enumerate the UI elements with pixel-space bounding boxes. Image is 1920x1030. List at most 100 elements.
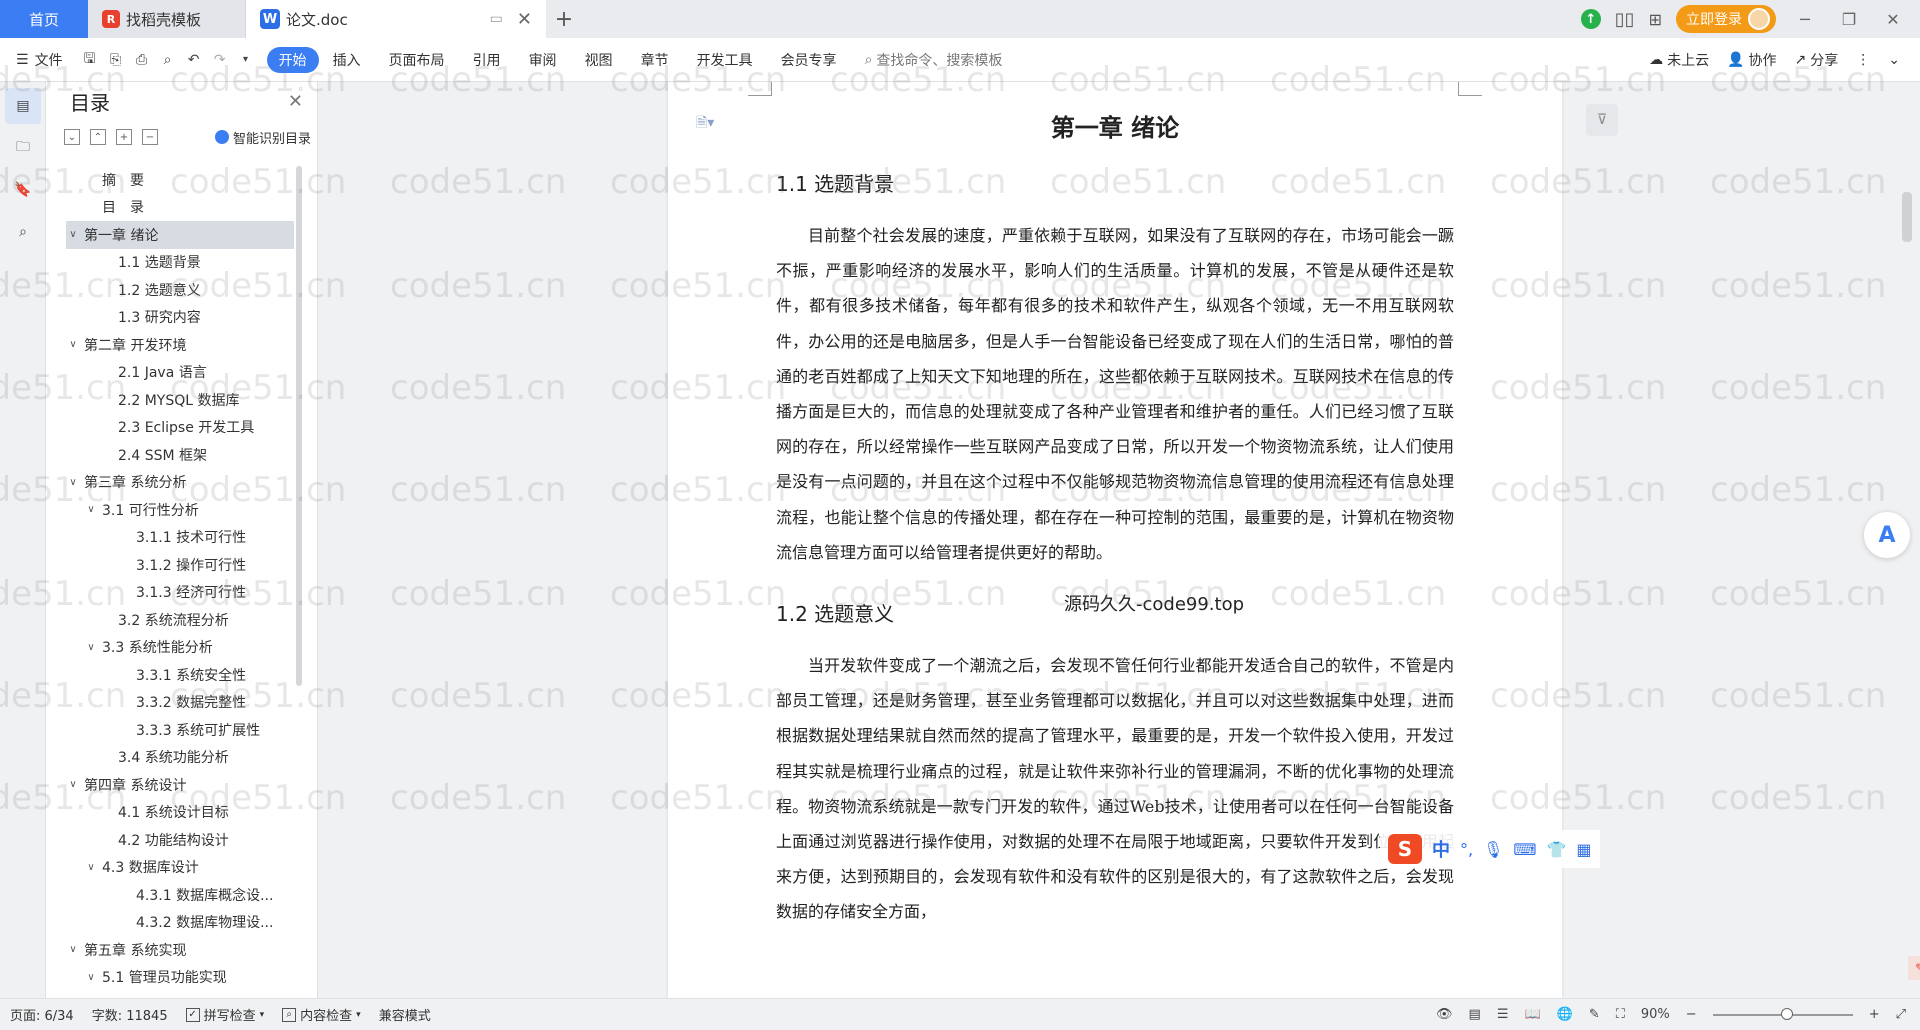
page-format-icon[interactable]: 🗎▾ xyxy=(696,112,714,136)
monitor-icon[interactable]: ▭ xyxy=(490,11,503,27)
tab-home[interactable]: 首页 xyxy=(0,0,88,38)
toc-item[interactable]: 2.1 Java 语言 xyxy=(66,359,294,387)
toc-item[interactable]: ∨ 5.1 管理员功能实现 xyxy=(66,964,294,989)
page-indicator[interactable]: 页面: 6/34 xyxy=(10,1005,74,1024)
chevron-down-icon[interactable]: ∨ xyxy=(84,504,98,515)
menu-tab-references[interactable]: 引用 xyxy=(459,47,515,73)
toc-item[interactable]: 1.3 研究内容 xyxy=(66,304,294,332)
more-dropdown-icon[interactable]: ▾ xyxy=(233,47,259,73)
toc-item[interactable]: 1.1 选题背景 xyxy=(66,249,294,277)
toc-item[interactable]: ∨ 第五章 系统实现 xyxy=(66,936,294,964)
menu-tab-member[interactable]: 会员专享 xyxy=(767,47,851,73)
zoom-slider[interactable] xyxy=(1712,1007,1853,1020)
close-icon[interactable]: ✕ xyxy=(288,91,303,112)
tab-document[interactable]: W 论文.doc ▭ ✕ xyxy=(246,0,546,38)
find-icon[interactable]: ⌕ xyxy=(5,214,41,250)
toc-item[interactable]: 3.3.1 系统安全性 xyxy=(66,661,294,689)
menu-tab-insert[interactable]: 插入 xyxy=(319,47,375,73)
ime-mode[interactable]: 中 xyxy=(1432,836,1450,862)
zoom-in-button[interactable]: + xyxy=(1869,1007,1880,1022)
cloud-status[interactable]: ☁ 未上云 xyxy=(1649,50,1709,70)
export-icon[interactable]: ⎘ xyxy=(103,47,129,73)
login-button[interactable]: 立即登录 xyxy=(1676,5,1776,33)
collapse-ribbon-icon[interactable]: ⌄ xyxy=(1888,52,1900,68)
toc-item[interactable]: ∨ 4.3 数据库设计 xyxy=(66,854,294,882)
toc-item[interactable]: 3.4 系统功能分析 xyxy=(66,744,294,772)
toc-item[interactable]: ∨ 3.1 可行性分析 xyxy=(66,496,294,524)
remove-heading-icon[interactable]: − xyxy=(142,129,158,145)
redo-icon[interactable]: ↷ xyxy=(207,47,233,73)
toc-item[interactable]: 4.1 系统设计目标 xyxy=(66,799,294,827)
chevron-down-icon[interactable]: ∨ xyxy=(66,779,80,790)
chevron-down-icon[interactable]: ∨ xyxy=(84,972,98,983)
filter-icon[interactable]: ⊽ xyxy=(1586,104,1618,136)
toc-item[interactable]: 2.2 MYSQL 数据库 xyxy=(66,386,294,414)
toc-scrollbar[interactable] xyxy=(296,166,302,686)
menu-tab-developer[interactable]: 开发工具 xyxy=(683,47,767,73)
command-search[interactable]: ⌕ 查找命令、搜索模板 xyxy=(865,50,1003,70)
vertical-scrollbar[interactable] xyxy=(1902,192,1912,242)
toc-item[interactable]: 3.3.2 数据完整性 xyxy=(66,689,294,717)
toc-item[interactable]: 3.3.3 系统可扩展性 xyxy=(66,716,294,744)
page-view-icon[interactable]: ▤ xyxy=(1469,1007,1481,1022)
microphone-icon[interactable]: 🎙 xyxy=(1483,840,1503,859)
toc-item[interactable]: 2.3 Eclipse 开发工具 xyxy=(66,414,294,442)
spell-check-toggle[interactable]: ✓ 拼写检查 ▾ xyxy=(185,1005,264,1024)
assistant-float-icon[interactable]: A xyxy=(1864,512,1910,558)
chevron-down-icon[interactable]: ∨ xyxy=(66,944,80,955)
chevron-down-icon[interactable]: ∨ xyxy=(66,339,80,350)
toc-item[interactable]: 4.3.2 数据库物理设... xyxy=(66,909,294,937)
zoom-out-button[interactable]: − xyxy=(1686,1007,1697,1022)
fit-page-icon[interactable]: ⛶ xyxy=(1616,1007,1625,1022)
toc-item[interactable]: 3.1.2 操作可行性 xyxy=(66,551,294,579)
chevron-down-icon[interactable]: ∨ xyxy=(66,477,80,488)
toc-item[interactable]: ∨ 第一章 绪论 xyxy=(66,221,294,249)
zoom-slider-knob[interactable] xyxy=(1780,1007,1793,1020)
feedback-icon[interactable]: ✎ xyxy=(1908,956,1920,980)
add-heading-icon[interactable]: + xyxy=(116,129,132,145)
toc-item[interactable]: 3.1.1 技术可行性 xyxy=(66,524,294,552)
toc-item[interactable]: ∨ 3.3 系统性能分析 xyxy=(66,634,294,662)
toc-item[interactable]: ∨ 第三章 系统分析 xyxy=(66,469,294,497)
fullscreen-icon[interactable]: ⤢ xyxy=(1896,1007,1906,1022)
chapter-nav-icon[interactable]: 🗀 xyxy=(5,130,41,166)
menu-tab-page-layout[interactable]: 页面布局 xyxy=(375,47,459,73)
toc-item[interactable]: ∨ 第二章 开发环境 xyxy=(66,331,294,359)
reading-view-icon[interactable]: 📖 xyxy=(1524,1007,1540,1022)
content-check-toggle[interactable]: ⌕ 内容检查 ▾ xyxy=(282,1005,361,1024)
menu-tab-view[interactable]: 视图 xyxy=(571,47,627,73)
eye-protect-icon[interactable]: 👁 xyxy=(1436,1007,1453,1022)
menu-tab-home[interactable]: 开始 xyxy=(266,46,319,73)
menu-tab-review[interactable]: 审阅 xyxy=(515,47,571,73)
save-icon[interactable]: 🖫 xyxy=(77,47,103,73)
outline-view-icon[interactable]: ☰ xyxy=(1497,1007,1509,1022)
toc-item[interactable]: 3.2 系统流程分析 xyxy=(66,606,294,634)
close-window-icon[interactable]: ✕ xyxy=(1878,10,1908,29)
chevron-down-icon[interactable]: ∨ xyxy=(84,862,98,873)
keyboard-icon[interactable]: ⌨ xyxy=(1513,840,1536,859)
toc-item[interactable]: 4.3.1 数据库概念设... xyxy=(66,881,294,909)
toc-item[interactable]: 3.1.3 经济可行性 xyxy=(66,579,294,607)
word-count[interactable]: 字数: 11845 xyxy=(92,1005,168,1024)
minimize-icon[interactable]: ─ xyxy=(1790,10,1820,29)
file-menu[interactable]: ☰ 文件 xyxy=(16,47,77,73)
expand-all-icon[interactable]: ⌃ xyxy=(90,129,106,145)
layout-icon[interactable]: ▯▯ xyxy=(1615,9,1635,30)
collab-button[interactable]: 👤 协作 xyxy=(1727,50,1776,70)
toc-item[interactable]: 目 录 xyxy=(66,194,294,222)
print-preview-icon[interactable]: ⌕ xyxy=(155,47,181,73)
toolbox-icon[interactable]: ▦ xyxy=(1576,840,1591,859)
restore-icon[interactable]: ❐ xyxy=(1834,10,1864,29)
skin-icon[interactable]: 👕 xyxy=(1547,840,1567,859)
chevron-down-icon[interactable]: ∨ xyxy=(84,642,98,653)
toc-item[interactable]: 2.4 SSM 框架 xyxy=(66,441,294,469)
toc-item[interactable]: ∨ 第四章 系统设计 xyxy=(66,771,294,799)
tab-template[interactable]: R 找稻壳模板 xyxy=(88,0,246,38)
collapse-all-icon[interactable]: ⌄ xyxy=(64,129,80,145)
share-button[interactable]: ↗ 分享 xyxy=(1795,50,1839,70)
sogou-logo-icon[interactable]: S xyxy=(1388,834,1422,864)
apps-grid-icon[interactable]: ⊞ xyxy=(1649,10,1662,29)
toc-item[interactable]: 4.2 功能结构设计 xyxy=(66,826,294,854)
chevron-down-icon[interactable]: ∨ xyxy=(66,229,80,240)
smart-toc-button[interactable]: 智能识别目录 xyxy=(214,128,311,147)
